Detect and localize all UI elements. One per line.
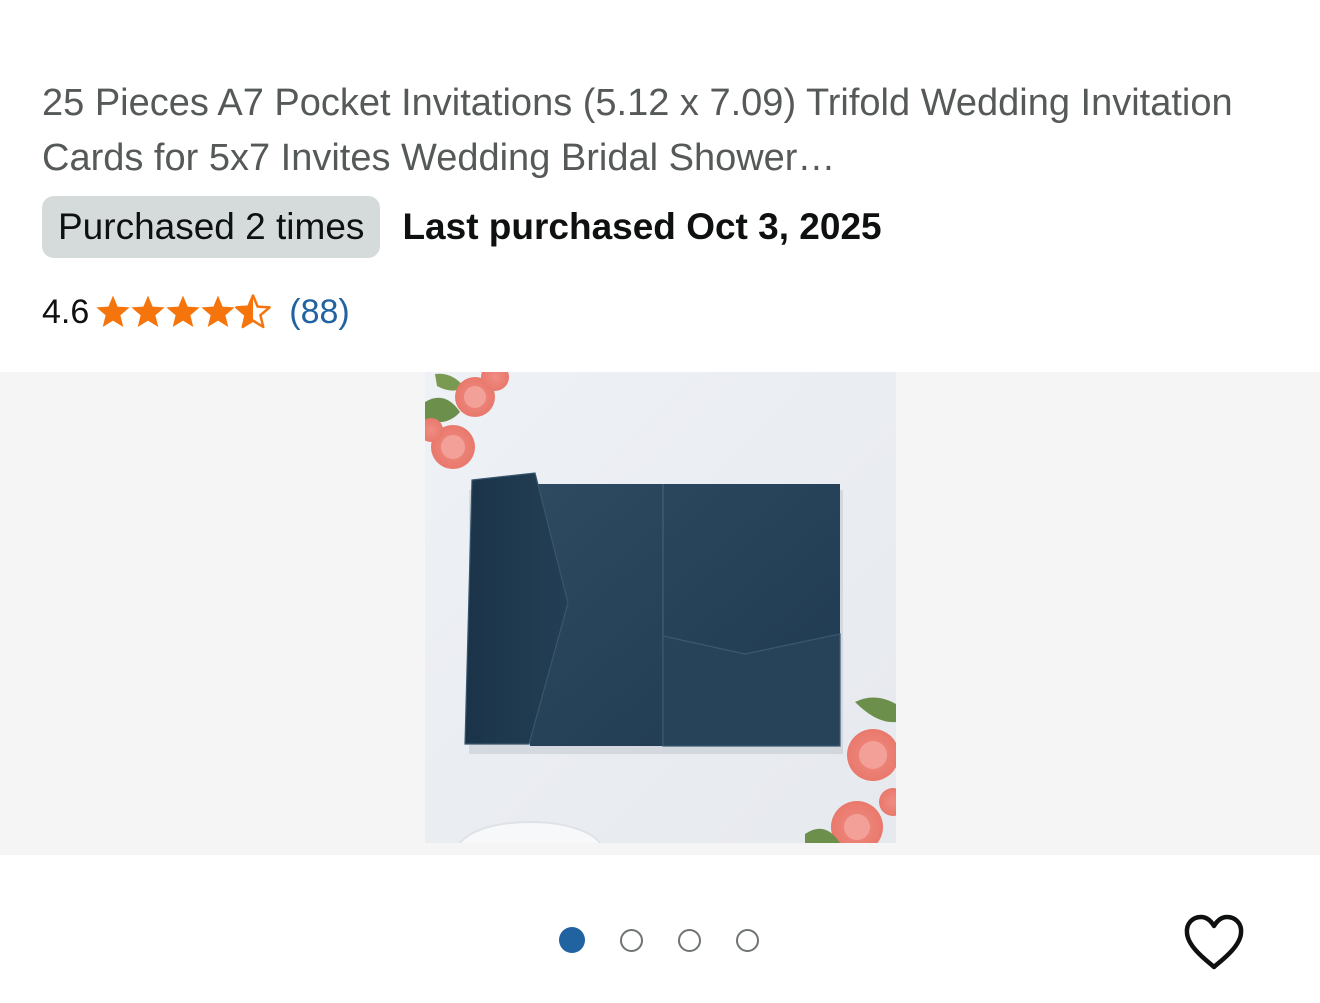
pagination-dot-4[interactable] — [736, 928, 759, 952]
pagination-dot-1[interactable] — [559, 927, 585, 953]
image-gallery[interactable] — [0, 372, 1320, 855]
image-pagination-dots — [559, 927, 759, 953]
heart-outline-icon[interactable] — [1182, 912, 1246, 972]
rating-count-link[interactable]: (88) — [289, 293, 349, 332]
star-icon-4 — [201, 295, 235, 327]
star-rating-icon — [96, 294, 272, 329]
product-page: 25 Pieces A7 Pocket Invitations (5.12 x … — [0, 0, 1320, 1003]
product-image[interactable] — [425, 372, 896, 843]
star-half-icon — [235, 294, 272, 329]
purchase-history-row: Purchased 2 times Last purchased Oct 3, … — [42, 196, 882, 258]
last-purchased-text: Last purchased Oct 3, 2025 — [402, 206, 882, 247]
product-title[interactable]: 25 Pieces A7 Pocket Invitations (5.12 x … — [42, 76, 1282, 186]
star-icon-3 — [166, 295, 200, 327]
pagination-dot-3[interactable] — [678, 928, 701, 952]
star-rating — [95, 294, 275, 330]
star-icon-2 — [131, 295, 165, 327]
star-icon-1 — [96, 295, 130, 327]
pagination-dot-2[interactable] — [620, 928, 643, 952]
rating-value: 4.6 — [42, 292, 90, 331]
purchased-times-badge: Purchased 2 times — [42, 196, 381, 258]
rating-row[interactable]: 4.6 (88) — [42, 288, 350, 336]
